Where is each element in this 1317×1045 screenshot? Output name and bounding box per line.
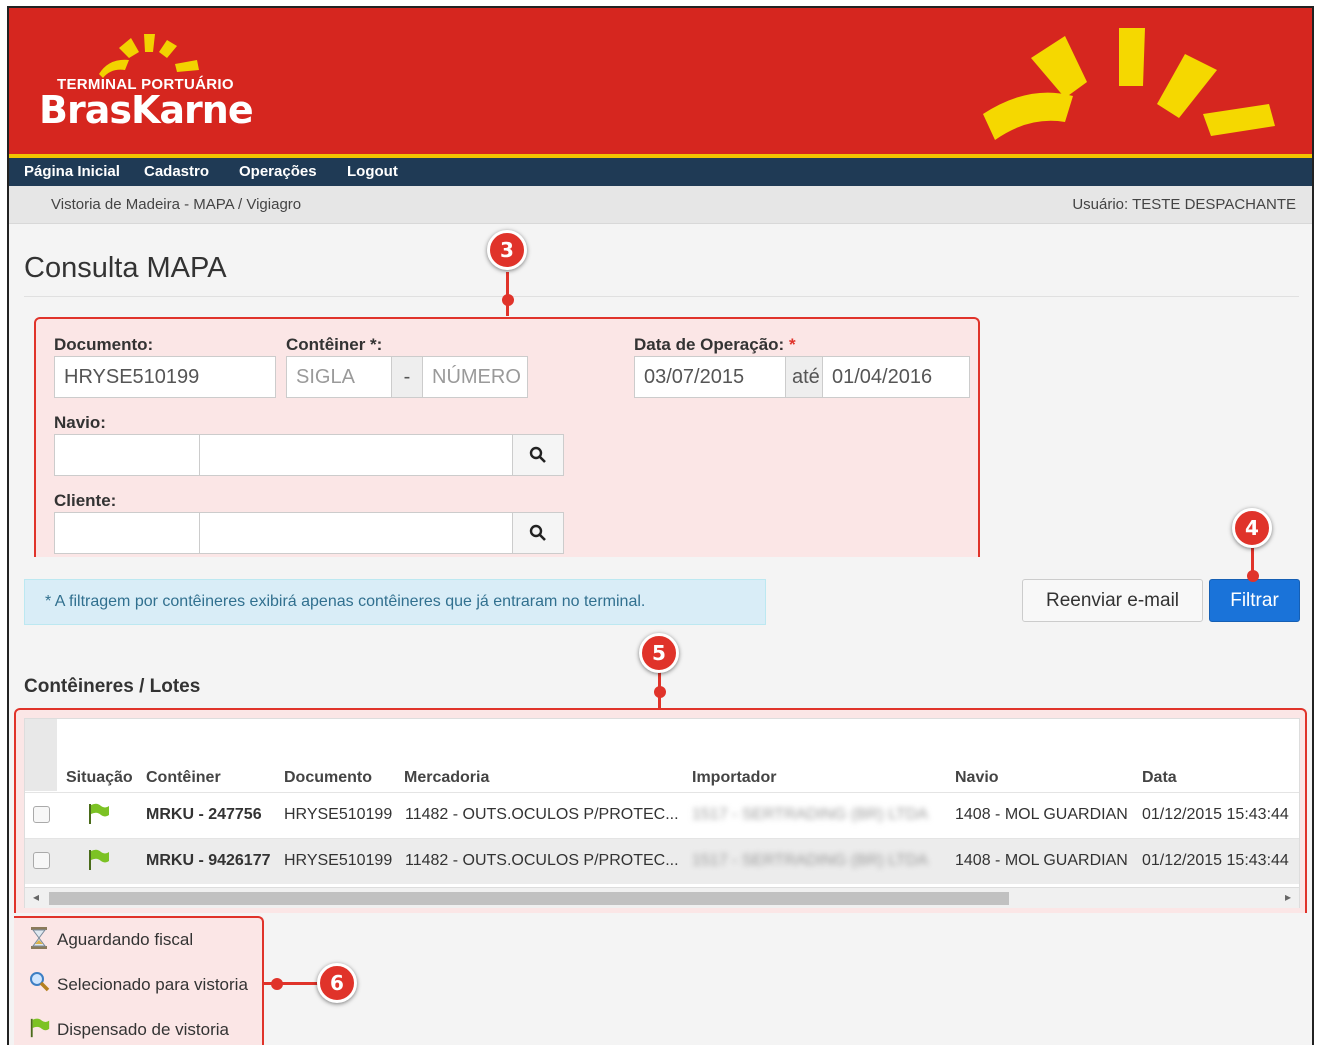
header-container[interactable]: Contêiner <box>146 769 221 787</box>
search-icon <box>529 446 546 463</box>
documento-input[interactable]: HRYSE510199 <box>54 356 276 398</box>
scrollbar-thumb[interactable] <box>49 892 1009 905</box>
cliente-name-input[interactable] <box>199 512 513 554</box>
header-sun-icon <box>983 28 1275 140</box>
data-range-separator: até <box>785 356 823 398</box>
scroll-right-icon[interactable]: ▸ <box>1285 890 1291 904</box>
legend-panel: Aguardando fiscal Selecionado para visto… <box>14 916 264 1045</box>
filter-panel: Documento: HRYSE510199 Contêiner *: SIGL… <box>34 317 980 557</box>
navio-code-input[interactable] <box>54 434 200 476</box>
cell-documento: HRYSE510199 <box>284 806 393 823</box>
cell-importador: 1517 - SERTRADING (BR) LTDA <box>692 852 928 869</box>
header-mercadoria[interactable]: Mercadoria <box>404 769 489 787</box>
cell-container: MRKU - 9426177 <box>146 852 271 869</box>
table-row[interactable]: MRKU - 247756 HRYSE510199 11482 - OUTS.O… <box>25 792 1299 838</box>
callout-5: 5 <box>639 633 679 673</box>
green-flag-icon <box>89 803 109 824</box>
resend-email-button[interactable]: Reenviar e-mail <box>1022 579 1203 622</box>
callout-3-dot <box>502 294 514 306</box>
cell-mercadoria: 11482 - OUTS.OCULOS P/PROTEC... <box>405 852 679 869</box>
header-documento[interactable]: Documento <box>284 769 372 787</box>
nav-home[interactable]: Página Inicial <box>24 163 120 180</box>
callout-6: 6 <box>317 963 357 1003</box>
cell-data: 01/12/2015 15:43:44 <box>1142 852 1289 869</box>
hourglass-icon <box>31 927 47 949</box>
green-flag-icon <box>89 849 109 870</box>
callout-3: 3 <box>487 230 527 270</box>
app-frame: TERMINAL PORTUÁRIO BrasKarne Página Inic… <box>7 6 1314 1045</box>
callout-5-dot <box>654 686 666 698</box>
cell-documento: HRYSE510199 <box>284 852 393 869</box>
cell-navio: 1408 - MOL GUARDIAN <box>955 852 1128 869</box>
cliente-search-button[interactable] <box>512 512 564 554</box>
header-banner: TERMINAL PORTUÁRIO BrasKarne <box>9 8 1312 154</box>
cell-mercadoria: 11482 - OUTS.OCULOS P/PROTEC... <box>405 806 679 823</box>
navio-search-button[interactable] <box>512 434 564 476</box>
data-to-input[interactable]: 01/04/2016 <box>822 356 970 398</box>
filter-button[interactable]: Filtrar <box>1209 579 1300 622</box>
header-importador[interactable]: Importador <box>692 769 776 787</box>
container-sigla-input[interactable]: SIGLA <box>286 356 392 398</box>
magnifier-icon <box>30 972 50 992</box>
callout-4-dot <box>1247 570 1259 582</box>
title-divider <box>24 296 1299 297</box>
navio-name-input[interactable] <box>199 434 513 476</box>
legend-aguardando: Aguardando fiscal <box>29 926 193 955</box>
logo-sun-icon <box>99 34 199 78</box>
horizontal-scrollbar[interactable]: ◂ ▸ <box>25 887 1299 908</box>
containers-table: Situação Contêiner Documento Mercadoria … <box>24 718 1300 908</box>
table-row[interactable]: MRKU - 9426177 HRYSE510199 11482 - OUTS.… <box>25 838 1299 884</box>
cell-data: 01/12/2015 15:43:44 <box>1142 806 1289 823</box>
data-operacao-label: Data de Operação: * <box>634 335 796 354</box>
cell-importador: 1517 - SERTRADING (BR) LTDA <box>692 806 928 823</box>
cliente-label: Cliente: <box>54 491 117 510</box>
nav-cadastro[interactable]: Cadastro <box>144 163 209 180</box>
container-label: Contêiner *: <box>286 335 383 354</box>
legend-dispensado: Dispensado de vistoria <box>29 1016 229 1045</box>
nav-operacoes[interactable]: Operações <box>239 163 317 180</box>
container-filter-info: * A filtragem por contêineres exibirá ap… <box>24 579 766 625</box>
header-situacao[interactable]: Situação <box>66 769 133 787</box>
page-title: Consulta MAPA <box>24 252 227 284</box>
logo-name: BrasKarne <box>39 88 254 132</box>
breadcrumb-bar: Vistoria de Madeira - MAPA / Vigiagro Us… <box>9 186 1312 224</box>
documento-label: Documento: <box>54 335 154 354</box>
callout-4: 4 <box>1232 508 1272 548</box>
navio-label: Navio: <box>54 413 106 432</box>
row-checkbox[interactable] <box>33 806 50 823</box>
data-from-input[interactable]: 03/07/2015 <box>634 356 786 398</box>
cell-navio: 1408 - MOL GUARDIAN <box>955 806 1128 823</box>
scroll-left-icon[interactable]: ◂ <box>33 890 39 904</box>
user-label: Usuário: TESTE DESPACHANTE <box>1072 196 1296 213</box>
header-navio[interactable]: Navio <box>955 769 999 787</box>
cliente-code-input[interactable] <box>54 512 200 554</box>
main-navbar: Página Inicial Cadastro Operações Logout <box>9 158 1312 186</box>
container-numero-input[interactable]: NÚMERO <box>422 356 528 398</box>
breadcrumb: Vistoria de Madeira - MAPA / Vigiagro <box>51 196 302 213</box>
nav-logout[interactable]: Logout <box>347 163 398 180</box>
section-title: Contêineres / Lotes <box>24 676 201 697</box>
callout-6-dot <box>271 978 283 990</box>
search-icon <box>529 524 546 541</box>
green-flag-icon <box>30 1018 50 1038</box>
legend-selecionado: Selecionado para vistoria <box>29 971 248 998</box>
container-separator: - <box>391 356 423 398</box>
table-header-gutter <box>25 719 57 791</box>
cell-container: MRKU - 247756 <box>146 806 262 823</box>
row-checkbox[interactable] <box>33 852 50 869</box>
header-data[interactable]: Data <box>1142 769 1177 787</box>
